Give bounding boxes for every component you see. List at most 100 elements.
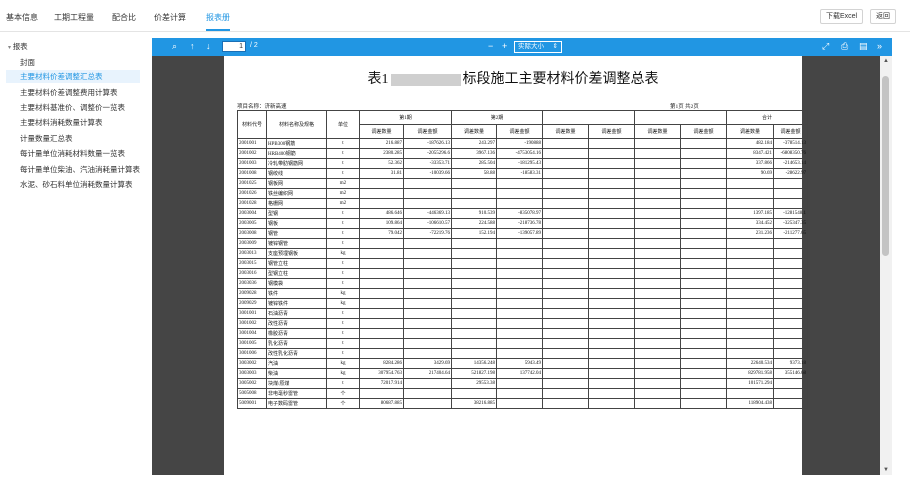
table-cell <box>542 288 590 299</box>
sidebar-item-summary[interactable]: 主要材料价差调整汇总表 <box>6 70 140 83</box>
expand-icon[interactable]: ⤢ <box>822 41 829 52</box>
header-qty: 调差数量 <box>726 124 775 139</box>
tab-basic-info[interactable]: 基本信息 <box>6 12 38 23</box>
sidebar-item-cement-sand[interactable]: 水泥、砂石料单位消耗数量计算表 <box>20 179 133 190</box>
viewer-toolbar: ⌕ ↑ ↓ 1 / 2 − + 实际大小 ⇕ ⤢ ⎙ ▤ » <box>152 38 892 56</box>
table-cell <box>680 148 728 159</box>
table-cell <box>588 248 636 259</box>
table-cell: 486.646 <box>359 208 404 219</box>
double-chevron-icon[interactable]: » <box>877 41 882 51</box>
table-cell: 冷轧带肋钢筋网 <box>266 158 327 169</box>
table-cell <box>496 298 544 309</box>
table-cell <box>634 278 682 289</box>
sidebar-item-cover[interactable]: 封面 <box>20 57 35 68</box>
table-cell: 2003005 <box>237 218 267 229</box>
tab-mix-ratio[interactable]: 配合比 <box>112 12 136 23</box>
table-cell <box>496 378 544 389</box>
zoom-select[interactable]: 实际大小 ⇕ <box>514 41 562 53</box>
table-cell <box>726 388 775 399</box>
sidebar-item-unit-material[interactable]: 每计量单位消耗材料数量一览表 <box>20 148 125 159</box>
arrow-up-icon[interactable]: ↑ <box>190 41 195 51</box>
table-cell <box>542 248 590 259</box>
table-cell <box>634 308 682 319</box>
sidebar-item-quantity-summary[interactable]: 计量数量汇总表 <box>20 133 73 144</box>
table-cell: 钢模袋 <box>266 278 327 289</box>
table-cell: -325347.35 <box>773 218 809 229</box>
table-cell <box>451 388 498 399</box>
table-cell <box>680 358 728 369</box>
table-cell: m2 <box>326 188 360 199</box>
scroll-down-icon[interactable]: ▼ <box>883 467 889 473</box>
table-cell <box>451 278 498 289</box>
table-cell: 个 <box>326 388 360 399</box>
header-unit: 单位 <box>326 110 360 139</box>
table-cell: 216.887 <box>359 138 404 149</box>
table-cell <box>634 248 682 259</box>
table-cell <box>359 238 404 249</box>
table-cell: 1397.185 <box>726 208 775 219</box>
table-cell <box>680 158 728 169</box>
table-cell <box>451 338 498 349</box>
table-cell <box>588 338 636 349</box>
table-cell: 22640.534 <box>726 358 775 369</box>
table-cell <box>680 348 728 359</box>
table-cell: -106610.57 <box>402 218 453 229</box>
table-cell <box>680 298 728 309</box>
table-cell <box>402 288 453 299</box>
table-cell <box>451 288 498 299</box>
header-amt: 调差金额 <box>496 124 544 139</box>
table-cell <box>680 388 728 399</box>
vertical-scrollbar[interactable]: ▲ ▼ <box>880 56 892 475</box>
table-row: 3005002 块煤/原煤 t 72017.914 29553.38 101571.294 <box>237 378 809 389</box>
minus-icon[interactable]: − <box>488 41 493 51</box>
table-cell: 8284.286 <box>359 358 404 369</box>
table-cell <box>773 258 809 269</box>
table-cell <box>588 288 636 299</box>
table-cell <box>542 228 590 239</box>
sidebar-item-fuel[interactable]: 每计量单位柴油、汽油消耗量计算表 <box>20 164 140 175</box>
table-row: 2001002 HRB400钢筋 t 2380.285 -2055296.6 3967.1… <box>237 148 809 159</box>
arrow-down-icon[interactable]: ↓ <box>206 41 211 51</box>
tab-schedule-quantity[interactable]: 工期工程量 <box>54 12 94 23</box>
table-cell <box>773 378 809 389</box>
scroll-up-icon[interactable]: ▲ <box>883 58 889 64</box>
table-cell <box>496 308 544 319</box>
sidebar-item-consumption[interactable]: 主要材料消耗数量计算表 <box>20 117 103 128</box>
table-cell: 乳化沥青 <box>266 338 327 349</box>
page-info: 第1页 共2页 <box>670 104 699 110</box>
table-cell: t <box>326 218 360 229</box>
sidebar-item-cost-calc[interactable]: 主要材料价差调整费用计算表 <box>20 87 118 98</box>
table-cell <box>402 268 453 279</box>
plus-icon[interactable]: + <box>502 41 507 51</box>
table-cell <box>680 378 728 389</box>
table-cell <box>402 278 453 289</box>
sidebar-item-base-price[interactable]: 主要材料基准价、调整价一览表 <box>20 102 125 113</box>
table-cell <box>359 388 404 399</box>
tab-price-diff[interactable]: 价差计算 <box>154 12 186 23</box>
table-cell <box>359 338 404 349</box>
table-cell: 2003036 <box>237 278 267 289</box>
document-icon[interactable]: ▤ <box>859 41 868 52</box>
table-cell: 2009029 <box>237 298 267 309</box>
table-cell <box>402 388 453 399</box>
tree-root-report[interactable]: ▾ 报表 <box>8 41 28 52</box>
tab-report-book[interactable]: 报表册 <box>206 12 230 31</box>
table-cell <box>773 298 809 309</box>
print-icon[interactable]: ⎙ <box>841 41 848 52</box>
select-caret-icon: ⇕ <box>552 43 558 50</box>
header-qty: 调差数量 <box>451 124 498 139</box>
search-icon[interactable]: ⌕ <box>172 41 177 52</box>
table-row: 2001026 铁丝编织网 m2 <box>237 188 809 199</box>
back-button[interactable]: 返回 <box>870 9 896 24</box>
scroll-thumb[interactable] <box>882 76 889 256</box>
table-cell <box>588 258 636 269</box>
table-cell: 14356.248 <box>451 358 498 369</box>
table-cell <box>542 178 590 189</box>
table-cell <box>542 398 590 409</box>
table-cell: 334.452 <box>726 218 775 229</box>
table-row: 2001008 钢绞线 t 31.81 -10039.66 58.88 -18583.31 9… <box>237 168 809 179</box>
page-number-input[interactable]: 1 <box>222 41 246 52</box>
download-excel-button[interactable]: 下载Excel <box>820 9 864 24</box>
table-row: 3001005 乳化沥青 t <box>237 338 809 349</box>
table-cell <box>773 248 809 259</box>
